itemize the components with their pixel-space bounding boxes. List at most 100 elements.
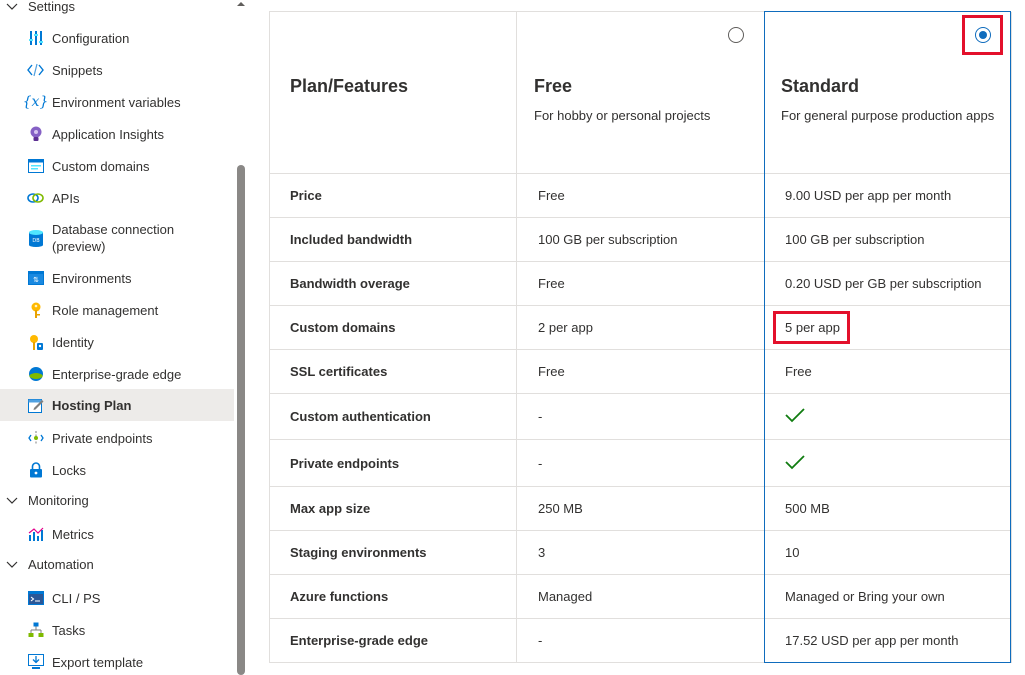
sidebar-item-export-template[interactable]: Export template [0, 653, 234, 671]
free-value: 3 [538, 545, 546, 560]
table-row-feature: Staging environments [270, 531, 517, 575]
free-value: Free [538, 364, 565, 379]
standard-value: 500 MB [785, 501, 830, 516]
free-value: 2 per app [538, 320, 593, 335]
sidebar-item-metrics[interactable]: Metrics [0, 525, 234, 543]
feature-label: Custom authentication [290, 409, 431, 424]
table-row-feature: Bandwidth overage [270, 262, 517, 306]
table-row-feature: Max app size [270, 487, 517, 531]
table-row-free: - [517, 619, 765, 663]
free-value: Managed [538, 589, 593, 604]
sidebar-item-cli-ps[interactable]: CLI / PS [0, 589, 234, 607]
free-value: 250 MB [538, 501, 583, 516]
sidebar-item-role-management[interactable]: Role management [0, 301, 234, 319]
chevron-down-icon [6, 497, 18, 504]
sidebar-item-label: Hosting Plan [52, 397, 132, 413]
sidebar-item-enterprise-grade-edge[interactable]: Enterprise-grade edge [0, 365, 234, 383]
free-value: 100 GB per subscription [538, 232, 678, 247]
table-row-standard [765, 394, 1012, 440]
group-label: Settings [28, 0, 75, 14]
free-value: - [538, 409, 543, 424]
export-icon [27, 654, 44, 671]
standard-value: 9.00 USD per app per month [785, 188, 952, 203]
standard-value: 10 [785, 545, 800, 560]
table-row-free: 2 per app [517, 306, 765, 350]
sidebar-item-private-endpoints[interactable]: Private endpoints [0, 429, 234, 447]
group-monitoring[interactable]: Monitoring [0, 491, 234, 509]
table-row-free: 250 MB [517, 487, 765, 531]
feature-label: Custom domains [290, 320, 396, 335]
table-row-standard: 0.20 USD per GB per subscription [765, 262, 1012, 306]
feature-label: Price [290, 188, 322, 203]
edit-document-icon [27, 397, 44, 414]
table-row-feature: Price [270, 174, 517, 218]
sidebar-item-apis[interactable]: APIs [0, 189, 234, 207]
table-row-standard: 100 GB per subscription [765, 218, 1012, 262]
hosting-plan-table: Plan/Features Free For hobby or personal… [269, 11, 1012, 663]
globe-icon [27, 366, 44, 383]
scroll-up-arrow-icon[interactable] [237, 0, 245, 8]
sidebar-item-label: APIs [52, 190, 80, 206]
scrollbar-thumb[interactable] [237, 165, 245, 675]
sidebar-item-label: Identity [52, 334, 94, 350]
table-row-free: - [517, 440, 765, 487]
identity-key-icon [27, 334, 44, 351]
free-value: Free [538, 276, 565, 291]
sidebar-item-database-connection[interactable]: DB Database connection (preview) [0, 221, 234, 255]
sidebar-item-environment-variables[interactable]: {x} Environment variables [0, 93, 234, 111]
sidebar-item-locks[interactable]: Locks [0, 461, 234, 479]
table-row-standard: Managed or Bring your own [765, 575, 1012, 619]
sidebar-item-label: Configuration [52, 30, 130, 46]
feature-label: Enterprise-grade edge [290, 633, 428, 648]
table-row-feature: Azure functions [270, 575, 517, 619]
chevron-down-icon [6, 3, 18, 10]
standard-plan-title: Standard [781, 76, 860, 96]
sidebar-item-label: Application Insights [52, 126, 165, 142]
table-row-free: 100 GB per subscription [517, 218, 765, 262]
standard-value: 5 per app [785, 320, 840, 335]
configuration-icon [27, 30, 44, 47]
sidebar-item-label: Private endpoints [52, 430, 153, 446]
standard-plan-radio[interactable] [975, 27, 991, 43]
feature-label: Max app size [290, 501, 371, 516]
lightbulb-icon [27, 126, 44, 143]
sidebar-item-application-insights[interactable]: Application Insights [0, 125, 234, 143]
sidebar-item-identity[interactable]: Identity [0, 333, 234, 351]
window-icon [27, 158, 44, 175]
feature-label: Private endpoints [290, 455, 400, 471]
group-automation[interactable]: Automation [0, 555, 234, 573]
free-value: - [538, 455, 543, 471]
free-plan-title: Free [534, 76, 573, 96]
sidebar-item-hosting-plan[interactable]: Hosting Plan [0, 389, 234, 421]
sidebar-item-label: Custom domains [52, 158, 150, 174]
sidebar-item-configuration[interactable]: Configuration [0, 29, 234, 47]
table-row-standard: 17.52 USD per app per month [765, 619, 1012, 663]
feature-label: Bandwidth overage [290, 276, 410, 291]
free-value: - [538, 633, 543, 648]
sidebar-item-label: Role management [52, 302, 159, 318]
table-row-standard: Free [765, 350, 1012, 394]
sidebar-item-label: Export template [52, 654, 144, 670]
free-value: Free [538, 188, 565, 203]
free-plan-radio[interactable] [728, 27, 744, 43]
svg-text:⇅: ⇅ [33, 276, 39, 284]
sidebar-item-custom-domains[interactable]: Custom domains [0, 157, 234, 175]
sidebar-item-environments[interactable]: ⇅ Environments [0, 269, 234, 287]
sidebar-item-label: Locks [52, 462, 86, 478]
code-icon [27, 62, 44, 79]
table-row-standard: 10 [765, 531, 1012, 575]
sidebar-item-snippets[interactable]: Snippets [0, 61, 234, 79]
feature-label: SSL certificates [290, 364, 388, 379]
sidebar-item-label: Enterprise-grade edge [52, 366, 182, 382]
standard-plan-description: For general purpose production apps [781, 108, 995, 123]
table-row-free: Free [517, 262, 765, 306]
sidebar-item-label: CLI / PS [52, 590, 101, 606]
group-settings[interactable]: Settings [0, 0, 234, 16]
sidebar-item-tasks[interactable]: Tasks [0, 621, 234, 639]
standard-value: Managed or Bring your own [785, 589, 945, 604]
feature-label: Azure functions [290, 589, 389, 604]
sidebar-scrollbar[interactable] [234, 0, 248, 675]
terminal-icon [27, 590, 44, 607]
database-icon: DB [27, 229, 44, 247]
sidebar-item-label: Tasks [52, 622, 86, 638]
